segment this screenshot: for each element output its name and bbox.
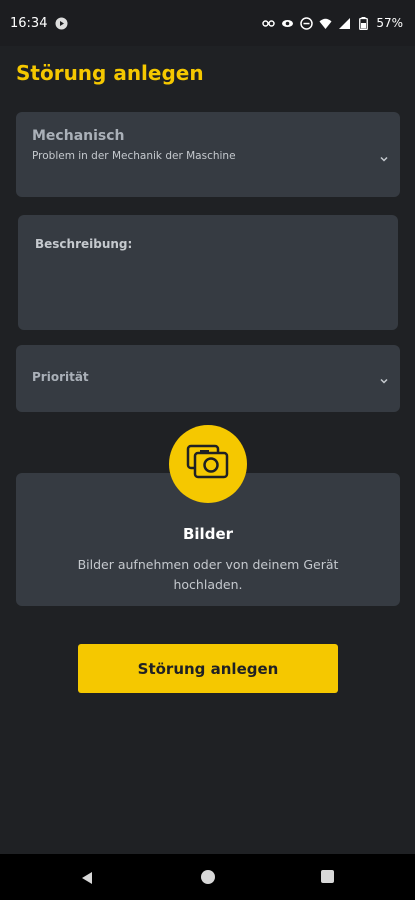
navigation-bar [0,854,415,900]
battery-percent: 57% [376,16,403,30]
signal-icon [338,17,351,30]
eye-icon [281,17,294,30]
chevron-down-icon [378,150,390,162]
camera-button[interactable] [169,425,247,503]
images-title: Bilder [182,525,234,543]
category-value: Mechanisch [32,128,125,144]
camera-icon [184,442,232,486]
page-title: Störung anlegen [16,61,204,85]
category-dropdown[interactable]: Mechanisch Problem in der Mechanik der M… [16,112,400,197]
status-bar: 16:34 57% [0,0,415,46]
back-icon[interactable] [80,870,94,889]
chevron-down-icon [378,372,390,384]
submit-button[interactable]: Störung anlegen [78,644,338,693]
media-icon [55,17,68,30]
priority-label: Priorität [32,370,89,384]
category-description: Problem in der Mechanik der Maschine [32,150,236,162]
images-description: Bilder aufnehmen oder von deinem Gerät h… [77,557,339,592]
wifi-icon [319,17,332,30]
battery-icon [357,16,370,30]
description-field[interactable]: Beschreibung: [18,215,398,330]
recents-icon[interactable] [321,870,334,883]
priority-dropdown[interactable]: Priorität [16,345,400,412]
description-label: Beschreibung: [35,237,133,251]
home-icon[interactable] [201,870,215,884]
status-time: 16:34 [10,15,48,31]
do-not-disturb-icon [300,16,314,30]
link-icon [262,17,276,30]
